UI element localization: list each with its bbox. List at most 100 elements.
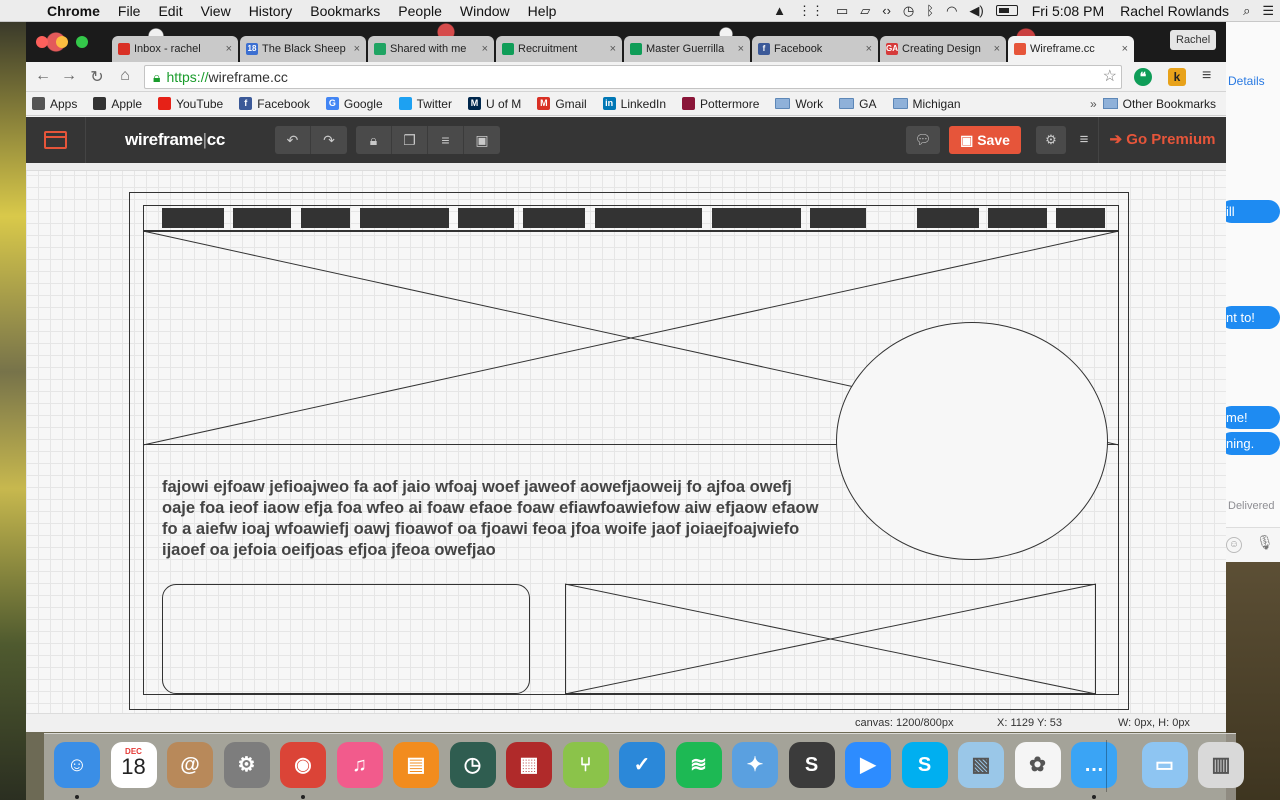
nav-block-shape[interactable]	[301, 208, 350, 228]
nav-block-shape[interactable]	[988, 208, 1047, 228]
photos-icon[interactable]: ✿	[1014, 742, 1061, 788]
menu-edit[interactable]: Edit	[149, 3, 191, 19]
keeper-extension-icon[interactable]: k	[1168, 68, 1186, 86]
nav-block-shape[interactable]	[712, 208, 801, 228]
reload-icon[interactable]: ↻	[86, 67, 108, 87]
menu-help[interactable]: Help	[519, 3, 566, 19]
spotlight-search-icon[interactable]: ⌕	[1237, 3, 1256, 19]
tab-close-icon[interactable]: ×	[226, 43, 232, 55]
nav-block-shape[interactable]	[917, 208, 979, 228]
menu-clock[interactable]: Fri 5:08 PM	[1024, 3, 1112, 19]
tab-close-icon[interactable]: ×	[994, 43, 1000, 55]
wireframe-board[interactable]: fajowi ejfoaw jefioajweo fa aof jaio wfo…	[129, 192, 1129, 710]
circle-shape[interactable]	[836, 322, 1108, 560]
browser-tab[interactable]: Shared with me ×	[368, 36, 494, 62]
bookmark-item[interactable]: Michigan	[892, 97, 961, 111]
display-icon[interactable]: ▭	[830, 3, 854, 19]
bookmark-item[interactable]: Apps	[32, 97, 77, 111]
sublime-text-icon[interactable]: S	[788, 742, 835, 788]
minimize-window-icon[interactable]	[56, 36, 68, 48]
notification-center-icon[interactable]: ☰	[1256, 3, 1280, 19]
itunes-icon[interactable]: ♫	[336, 742, 383, 788]
fullscreen-window-icon[interactable]	[76, 36, 88, 48]
finder-icon[interactable]: ☺	[54, 742, 100, 788]
tab-close-icon[interactable]: ×	[866, 43, 872, 55]
google-drive-icon[interactable]: ▲	[767, 3, 792, 18]
menu-view[interactable]: View	[192, 3, 240, 19]
bookmark-item[interactable]: Apple	[93, 97, 142, 111]
chrome-icon[interactable]: ◉	[280, 742, 326, 788]
browser-tab[interactable]: Master Guerrilla ×	[624, 36, 750, 62]
menu-app-name[interactable]: Chrome	[38, 3, 109, 19]
nav-block-shape[interactable]	[458, 208, 514, 228]
bookmark-item[interactable]: YouTube	[158, 97, 223, 111]
bookmarks-overflow-chevron[interactable]: »	[1090, 97, 1097, 111]
comment-icon[interactable]: 💬︎	[906, 126, 940, 154]
tab-close-icon[interactable]: ×	[1122, 43, 1128, 55]
airplay-icon[interactable]: ▱	[854, 3, 876, 19]
image-placeholder[interactable]	[564, 583, 1097, 695]
wunderlist-icon[interactable]: ✓	[619, 742, 665, 788]
calendar-icon[interactable]: DEC 18	[110, 742, 157, 788]
save-button[interactable]: ▣ Save	[949, 126, 1021, 154]
duplicate-icon[interactable]: ❐	[392, 126, 428, 154]
sourcetree-icon[interactable]: ⑂	[562, 742, 609, 788]
hamburger-menu-icon[interactable]: ≡	[1074, 126, 1094, 154]
bookmark-item[interactable]: Twitter	[398, 97, 452, 111]
menu-history[interactable]: History	[240, 3, 302, 19]
emoji-icon[interactable]: ☺	[1226, 537, 1242, 553]
forward-icon[interactable]: →	[58, 67, 80, 85]
browser-tab[interactable]: Wireframe.cc ×	[1008, 36, 1134, 62]
tab-close-icon[interactable]: ×	[482, 43, 488, 55]
network-activity-icon[interactable]: ⋮⋮	[792, 3, 830, 19]
time-machine-icon[interactable]: ◷	[449, 742, 496, 788]
home-icon[interactable]: ⌂	[114, 67, 136, 85]
bookmark-item[interactable]: Pottermore	[682, 97, 759, 111]
browser-tab[interactable]: 18 The Black Sheep ×	[240, 36, 366, 62]
skype-icon[interactable]: S	[901, 742, 948, 788]
ibooks-icon[interactable]: ▤	[393, 742, 439, 788]
bookmark-item[interactable]: M U of M	[467, 97, 521, 111]
message-input-bar[interactable]: ☺ 🎙	[1226, 527, 1280, 562]
chrome-menu-icon[interactable]: ≡	[1202, 67, 1211, 85]
messages-icon[interactable]: …	[1071, 742, 1117, 788]
menu-user[interactable]: Rachel Rowlands	[1112, 3, 1237, 19]
back-icon[interactable]: ←	[32, 67, 54, 85]
bookmark-item[interactable]: G Google	[325, 97, 383, 111]
zoom-icon[interactable]: ▶	[845, 742, 891, 788]
battery-icon[interactable]	[995, 5, 1018, 16]
menu-bookmarks[interactable]: Bookmarks	[301, 3, 389, 19]
settings-gear-icon[interactable]: ⚙	[1036, 126, 1066, 154]
nav-block-shape[interactable]	[1056, 208, 1105, 228]
nav-block-shape[interactable]	[360, 208, 449, 228]
preview-icon[interactable]: ▧	[958, 742, 1004, 788]
nav-block-shape[interactable]	[595, 208, 702, 228]
nav-block-shape[interactable]	[523, 208, 585, 228]
group-icon[interactable]: ▣	[464, 126, 500, 154]
volume-icon[interactable]: ◀)	[963, 3, 989, 19]
nav-block-shape[interactable]	[233, 208, 291, 228]
rounded-rectangle-shape[interactable]	[162, 584, 530, 694]
launchpad-icon[interactable]: ✦	[732, 742, 778, 788]
nav-block-shape[interactable]	[810, 208, 866, 228]
lock-icon[interactable]: 🔒︎	[356, 126, 392, 154]
bookmark-item[interactable]: M Gmail	[537, 97, 587, 111]
profile-button[interactable]: Rachel	[1170, 30, 1217, 50]
undo-icon[interactable]: ↶	[275, 126, 311, 154]
tab-close-icon[interactable]: ×	[610, 43, 616, 55]
bookmark-item[interactable]: GA	[839, 97, 877, 111]
wireframe-canvas[interactable]: fajowi ejfoaw jefioajweo fa aof jaio wfo…	[26, 163, 1226, 713]
nav-block-shape[interactable]	[162, 208, 224, 228]
app-menu-icon[interactable]	[26, 117, 86, 163]
contacts-icon[interactable]: @	[167, 742, 213, 788]
spotify-icon[interactable]: ≋	[675, 742, 722, 788]
wifi-icon[interactable]: ◠	[940, 3, 963, 19]
bookmark-item[interactable]: f Facebook	[239, 97, 310, 111]
nav-strip-shape[interactable]	[143, 205, 1119, 231]
hangouts-extension-icon[interactable]: ❝	[1134, 68, 1152, 86]
system-preferences-icon[interactable]: ⚙	[223, 742, 270, 788]
align-icon[interactable]: ≡	[428, 126, 464, 154]
details-link[interactable]: Details	[1228, 74, 1265, 88]
menu-people[interactable]: People	[389, 3, 451, 19]
bookmark-item[interactable]: Work	[775, 97, 823, 111]
